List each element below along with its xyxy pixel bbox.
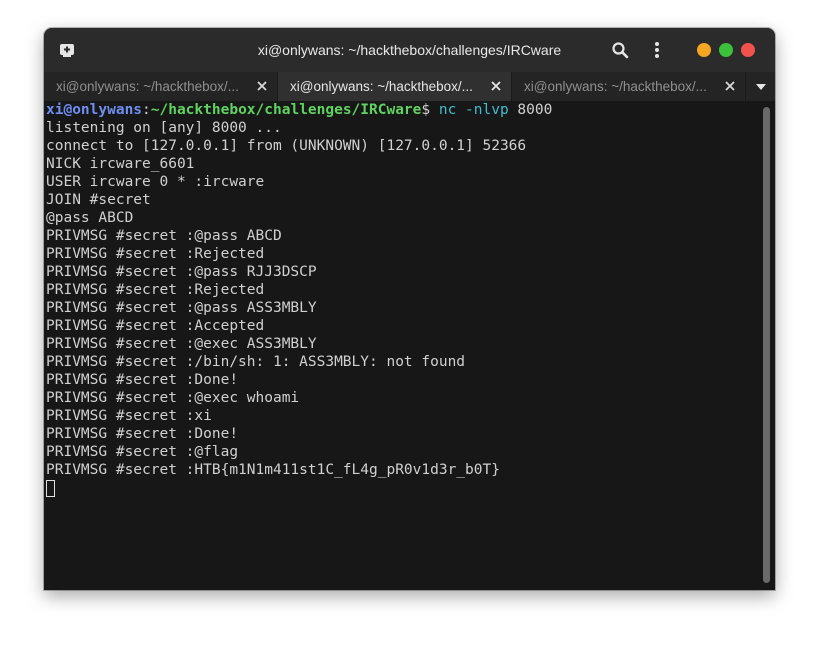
output-lines: listening on [any] 8000 ... connect to [1…: [46, 119, 760, 479]
window-title: xi@onlywans: ~/hackthebox/challenges/IRC…: [257, 42, 562, 58]
close-icon: [257, 81, 267, 91]
prompt-user: xi@onlywans: [46, 102, 143, 118]
search-icon: [612, 42, 629, 59]
terminal-window: xi@onlywans: ~/hackthebox/challenges/IRC…: [44, 28, 775, 590]
text-cursor: [46, 480, 55, 497]
terminal-output[interactable]: xi@onlywans:~/hackthebox/challenges/IRCw…: [44, 101, 760, 590]
output-line: PRIVMSG #secret :@pass ABCD: [46, 228, 282, 244]
output-line: PRIVMSG #secret :@pass ASS3MBLY: [46, 300, 317, 316]
output-line: PRIVMSG #secret :@pass RJJ3DSCP: [46, 264, 317, 280]
tab-1[interactable]: xi@onlywans: ~/hackthebox/...: [44, 72, 278, 101]
close-window-button[interactable]: [741, 43, 755, 57]
prompt-path: ~/hackthebox/challenges/IRCware: [150, 102, 422, 118]
tab-close-button[interactable]: [723, 79, 737, 93]
output-line: PRIVMSG #secret :Rejected: [46, 246, 265, 262]
chevron-down-icon: [755, 83, 766, 90]
menu-button[interactable]: [644, 37, 670, 63]
tab-close-button[interactable]: [489, 79, 503, 93]
scrollbar[interactable]: [760, 101, 775, 590]
output-line: PRIVMSG #secret :HTB{m1N1m411st1C_fL4g_p…: [46, 462, 500, 478]
output-line: PRIVMSG #secret :/bin/sh: 1: ASS3MBLY: n…: [46, 354, 466, 370]
output-line: PRIVMSG #secret :Rejected: [46, 282, 265, 298]
output-line: PRIVMSG #secret :Done!: [46, 426, 239, 442]
close-icon: [725, 81, 735, 91]
prompt-separator: :: [142, 102, 151, 118]
prompt-line: xi@onlywans:~/hackthebox/challenges/IRCw…: [46, 101, 760, 119]
output-line: PRIVMSG #secret :xi: [46, 408, 212, 424]
tab-2[interactable]: xi@onlywans: ~/hackthebox/...: [278, 72, 512, 101]
output-line: NICK ircware_6601: [46, 156, 195, 172]
tab-overflow-button[interactable]: [746, 72, 775, 101]
output-line: PRIVMSG #secret :Done!: [46, 372, 239, 388]
output-line: listening on [any] 8000 ...: [46, 120, 282, 136]
command-args: 8000: [508, 102, 553, 118]
new-tab-button[interactable]: [54, 37, 80, 63]
new-tab-icon: [60, 44, 74, 57]
output-line: PRIVMSG #secret :@flag: [46, 444, 239, 460]
tab-3[interactable]: xi@onlywans: ~/hackthebox/...: [512, 72, 746, 101]
tab-label: xi@onlywans: ~/hackthebox/...: [56, 79, 239, 94]
output-line: USER ircware 0 * :ircware: [46, 174, 265, 190]
minimize-button[interactable]: [697, 43, 711, 57]
search-button[interactable]: [607, 37, 633, 63]
scrollbar-thumb[interactable]: [763, 107, 770, 583]
kebab-menu-icon: [655, 42, 659, 58]
tab-bar: xi@onlywans: ~/hackthebox/... xi@onlywan…: [44, 72, 775, 102]
output-line: connect to [127.0.0.1] from (UNKNOWN) [1…: [46, 138, 527, 154]
output-line: PRIVMSG #secret :Accepted: [46, 318, 265, 334]
close-icon: [491, 81, 501, 91]
output-line: JOIN #secret: [46, 192, 151, 208]
tab-close-button[interactable]: [255, 79, 269, 93]
cursor-line: [46, 479, 760, 497]
title-bar[interactable]: xi@onlywans: ~/hackthebox/challenges/IRC…: [44, 28, 775, 72]
tab-label: xi@onlywans: ~/hackthebox/...: [290, 79, 473, 94]
output-line: PRIVMSG #secret :@exec ASS3MBLY: [46, 336, 317, 352]
command-text: nc -nlvp: [438, 102, 509, 118]
output-line: @pass ABCD: [46, 210, 134, 226]
maximize-button[interactable]: [719, 43, 733, 57]
tab-label: xi@onlywans: ~/hackthebox/...: [524, 79, 707, 94]
output-line: PRIVMSG #secret :@exec whoami: [46, 390, 300, 406]
prompt-sign: $: [421, 102, 439, 118]
